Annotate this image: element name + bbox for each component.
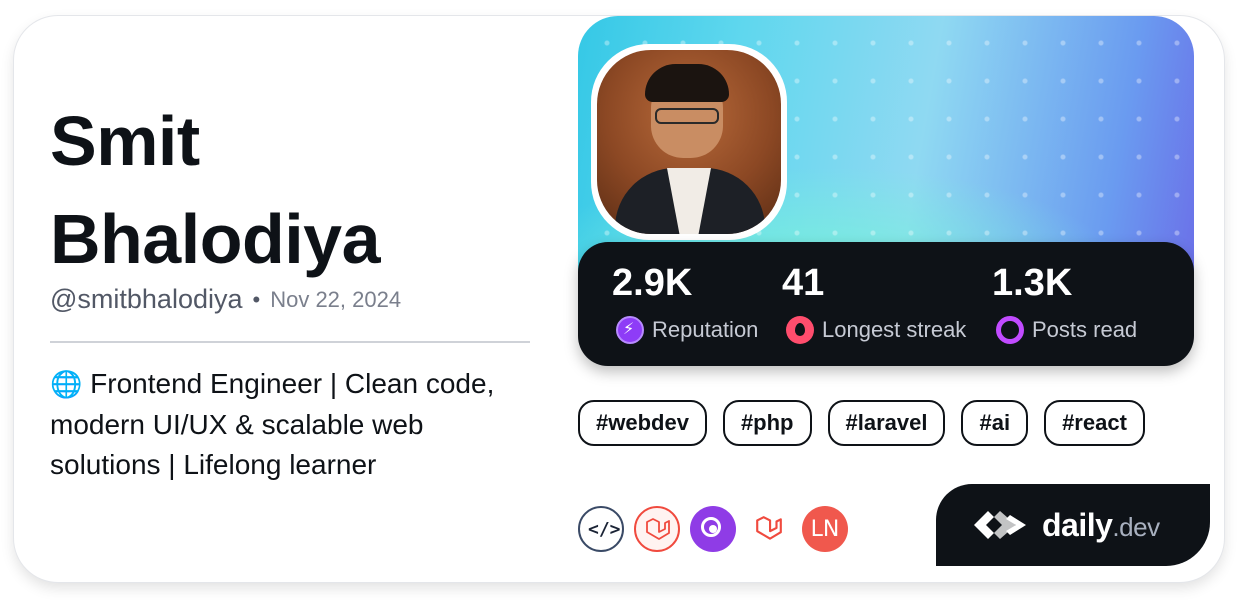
tag-ai[interactable]: #ai bbox=[961, 400, 1029, 446]
laravel-icon[interactable] bbox=[634, 506, 680, 552]
join-date: Nov 22, 2024 bbox=[270, 286, 402, 312]
name-first: Smit bbox=[50, 102, 200, 180]
avatar-glasses bbox=[655, 108, 719, 124]
tags-list: #webdev #php #laravel #ai #react bbox=[578, 400, 1145, 446]
target-icon[interactable] bbox=[690, 506, 736, 552]
source-icons: LN bbox=[578, 506, 848, 552]
avatar-photo bbox=[597, 50, 781, 234]
streak-label: Longest streak bbox=[822, 317, 967, 342]
brand-wordmark: daily.dev bbox=[1042, 507, 1160, 544]
globe-icon: 🌐 bbox=[50, 370, 83, 400]
meta-separator: • bbox=[252, 286, 261, 312]
reading-ring-icon bbox=[996, 316, 1024, 344]
tag-react[interactable]: #react bbox=[1044, 400, 1145, 446]
tag-php[interactable]: #php bbox=[722, 400, 812, 446]
bio-text: Frontend Engineer | Clean code, modern U… bbox=[50, 368, 495, 480]
daily-dev-brand[interactable]: daily.dev bbox=[936, 484, 1210, 566]
streak-value: 41 bbox=[782, 262, 825, 304]
brand-tld: .dev bbox=[1112, 511, 1160, 542]
reputation-label: Reputation bbox=[652, 317, 759, 342]
divider bbox=[50, 341, 530, 343]
avatar-hair bbox=[645, 64, 729, 102]
posts-read-label: Posts read bbox=[1032, 317, 1138, 342]
flame-icon bbox=[786, 316, 814, 344]
daily-dev-logo-icon bbox=[970, 509, 1030, 541]
username[interactable]: @smitbhalodiya bbox=[50, 284, 243, 315]
reputation-label-row: Reputation bbox=[616, 316, 758, 344]
posts-read-value: 1.3K bbox=[992, 262, 1073, 304]
profile-bio: 🌐 Frontend Engineer | Clean code, modern… bbox=[50, 364, 540, 485]
name-last: Bhalodiya bbox=[50, 200, 381, 278]
tag-webdev[interactable]: #webdev bbox=[578, 400, 707, 446]
reputation-value: 2.9K bbox=[612, 262, 693, 304]
ln-icon[interactable]: LN bbox=[802, 506, 848, 552]
streak-label-row: Longest streak bbox=[786, 316, 966, 344]
laravel-icon[interactable] bbox=[746, 506, 792, 552]
profile-name: Smit Bhalodiya bbox=[50, 92, 381, 288]
brand-name: daily bbox=[1042, 506, 1113, 543]
posts-read-label-row: Posts read bbox=[996, 316, 1137, 344]
code-icon[interactable] bbox=[578, 506, 624, 552]
lightning-icon bbox=[616, 316, 644, 344]
avatar[interactable] bbox=[591, 44, 787, 240]
tag-laravel[interactable]: #laravel bbox=[827, 400, 946, 446]
profile-meta: @smitbhalodiya • Nov 22, 2024 bbox=[50, 284, 401, 315]
stats-panel: 2.9K Reputation 41 Longest streak 1.3K P… bbox=[578, 242, 1194, 366]
